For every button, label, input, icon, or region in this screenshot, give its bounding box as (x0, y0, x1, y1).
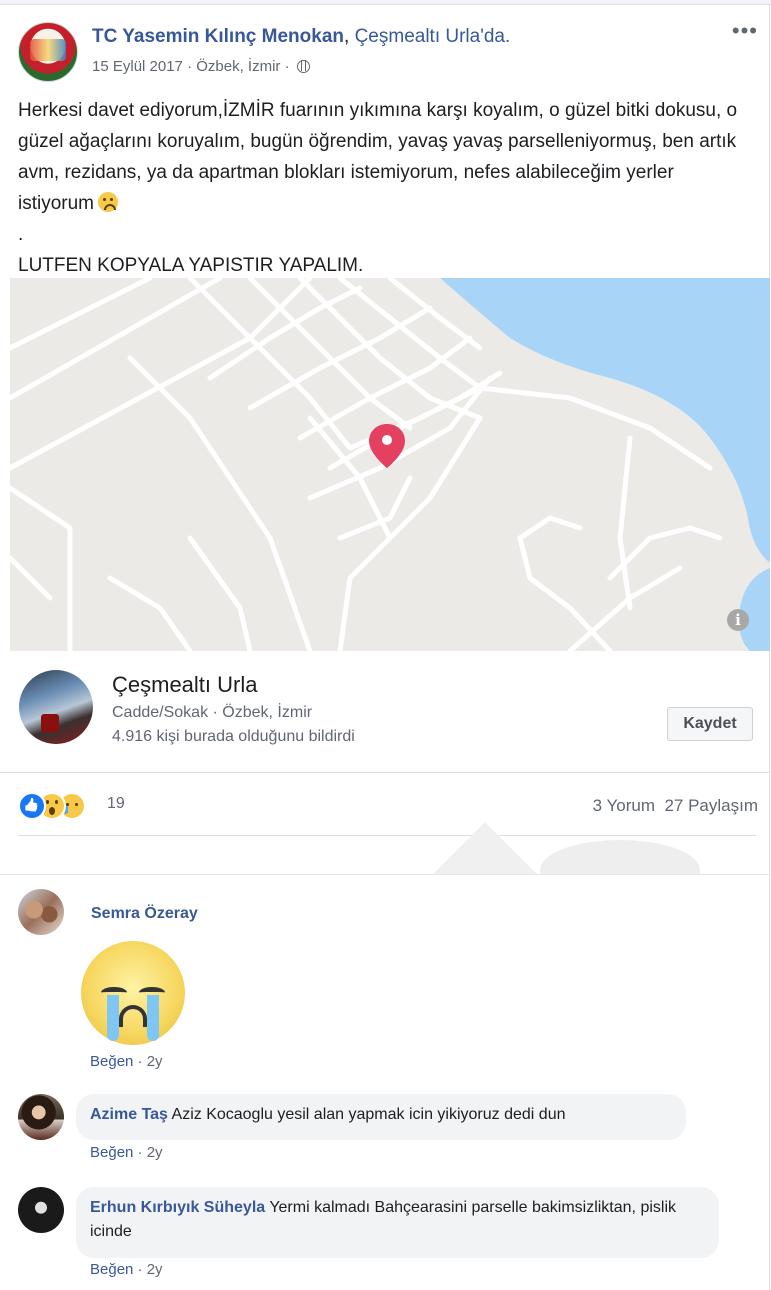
place-photo-detail (41, 714, 59, 732)
author-avatar[interactable] (18, 22, 78, 82)
comments-count-link[interactable]: 3 Yorum (593, 796, 655, 815)
sad-emoji-icon (98, 192, 119, 212)
post-text-paragraph: Herkesi davet ediyorum,İZMİR fuarının yı… (18, 95, 753, 219)
avatar-image (30, 39, 66, 61)
comment-time[interactable]: · 2y (133, 1261, 163, 1278)
comment-text: Aziz Kocaoglu yesil alan yapmak icin yik… (167, 1106, 566, 1123)
like-comment-button[interactable]: Beğen (90, 1053, 133, 1070)
comment-actions: Beğen · 2y (90, 1144, 163, 1161)
top-border (0, 0, 771, 5)
like-comment-button[interactable]: Beğen (90, 1261, 133, 1278)
comment-time[interactable]: · 2y (133, 1053, 163, 1070)
comment-actions: Beğen · 2y (90, 1261, 163, 1278)
post-text-call: LUTFEN KOPYALA YAPISTIR YAPALIM. (18, 255, 364, 276)
post-text-main: Herkesi davet ediyorum,İZMİR fuarının yı… (18, 100, 738, 214)
place-card: Çeşmealtı Urla Cadde/Sokak · Özbek, İzmi… (0, 652, 770, 773)
commenter-name[interactable]: Azime Taş (90, 1106, 168, 1123)
commenter-avatar[interactable] (18, 889, 64, 935)
place-name-link[interactable]: Çeşmealtı Urla (112, 672, 257, 698)
author-name-link[interactable]: TC Yasemin Kılınç Menokan (92, 26, 344, 47)
place-checkins: 4.916 kişi burada olduğunu bildirdi (112, 728, 355, 745)
more-options-button[interactable]: ••• (732, 20, 758, 42)
comments-divider (0, 874, 770, 875)
comment-bubble: Azime Taş Aziz Kocaoglu yesil alan yapma… (76, 1094, 686, 1140)
post-place-meta: · Özbek, İzmir · (182, 58, 294, 75)
comment-actions: Beğen · 2y (90, 1053, 163, 1070)
post-meta: 15 Eylül 2017 · Özbek, İzmir · (92, 58, 310, 75)
like-icon[interactable] (18, 792, 46, 820)
like-comment-button[interactable]: Beğen (90, 1144, 133, 1161)
place-thumbnail[interactable] (19, 670, 93, 744)
comment-time[interactable]: · 2y (133, 1144, 163, 1161)
post-date[interactable]: 15 Eylül 2017 (92, 58, 183, 75)
author-line: TC Yasemin Kılınç Menokan, Çeşmealtı Url… (92, 26, 510, 48)
place-type: Cadde/Sokak · Özbek, İzmir (112, 704, 313, 721)
reaction-count[interactable]: 19 (107, 795, 125, 813)
map-info-icon[interactable]: i (727, 609, 749, 631)
author-separator: , (344, 26, 355, 47)
shares-count-link[interactable]: 27 Paylaşım (664, 796, 758, 815)
location-link[interactable]: Çeşmealtı Urla'da. (355, 26, 511, 47)
comment-bubble: Erhun Kırbıyık Süheyla Yermi kalmadı Bah… (76, 1187, 719, 1258)
watermark (400, 820, 770, 875)
post-text-dot: . (18, 224, 24, 245)
save-button[interactable]: Kaydet (667, 707, 753, 741)
globe-icon[interactable] (296, 60, 310, 73)
map-pin-icon[interactable] (369, 424, 405, 468)
post-body: Herkesi davet ediyorum,İZMİR fuarının yı… (18, 95, 753, 281)
post-stats: 3 Yorum 27 Paylaşım (593, 796, 758, 816)
post-header: TC Yasemin Kılınç Menokan, Çeşmealtı Url… (18, 20, 758, 82)
crying-face-sticker (81, 941, 185, 1045)
commenter-name[interactable]: Semra Özeray (91, 905, 198, 923)
commenter-name[interactable]: Erhun Kırbıyık Süheyla (90, 1199, 265, 1216)
commenter-avatar[interactable] (18, 1187, 64, 1233)
commenter-avatar[interactable] (18, 1094, 64, 1140)
reactions-bar: 19 3 Yorum 27 Paylaşım (18, 790, 758, 820)
location-map[interactable]: i (10, 278, 770, 651)
map-graphic (10, 278, 770, 651)
